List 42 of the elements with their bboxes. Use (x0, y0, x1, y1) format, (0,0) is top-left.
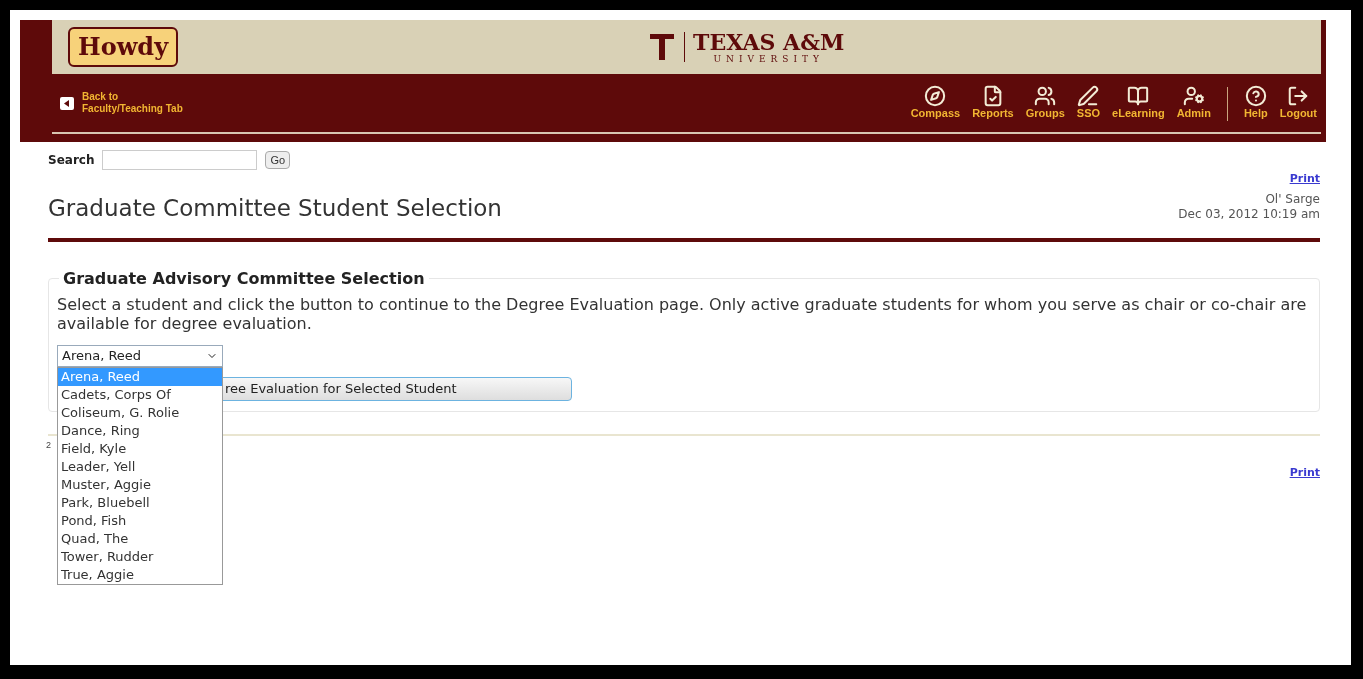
university-subtitle: UNIVERSITY (713, 54, 824, 64)
toolbar-link[interactable]: Logout (1275, 85, 1321, 121)
dropdown-option[interactable]: True, Aggie (58, 565, 222, 584)
search-field[interactable] (102, 150, 258, 170)
dropdown-option[interactable]: Pond, Fish (58, 511, 222, 530)
print-link[interactable]: Print (1289, 464, 1320, 482)
dropdown-option[interactable]: Muster, Aggie (58, 475, 222, 494)
book-icon (1127, 85, 1150, 108)
instructions-text: Select a student and click the button to continue to the Degree Evaluation page. Only active graduate students for whom you serve as chair or co-chair are available for degree evaluation. (57, 294, 1308, 333)
people-icon (1034, 85, 1057, 108)
dropdown-option[interactable]: Tower, Rudder (58, 547, 222, 566)
dropdown-option[interactable]: Quad, The (58, 529, 222, 548)
print-link[interactable]: Print (1289, 172, 1320, 186)
toolbar-link[interactable]: SSO (1072, 85, 1105, 121)
dropdown-option[interactable]: Cadets, Corps Of (58, 385, 222, 404)
dropdown-option[interactable]: Dance, Ring (58, 421, 222, 440)
dropdown-option[interactable]: Coliseum, G. Rolie (58, 403, 222, 422)
timestamp: Dec 03, 2012 10:19 am (1178, 206, 1320, 222)
go-button[interactable]: Go (265, 150, 291, 170)
student-select[interactable]: Arena, Reed (57, 344, 223, 367)
logout-icon (1287, 85, 1310, 108)
emblem-icon (648, 32, 677, 62)
dropdown-option[interactable]: Leader, Yell (58, 457, 222, 476)
page-number: 2 (46, 438, 51, 452)
back-link[interactable]: Back to Faculty/Teaching Tab (60, 90, 183, 116)
search-label: Search (48, 152, 95, 169)
dropdown-option[interactable]: Park, Bluebell (58, 493, 222, 512)
user-name: Ol' Sarge (1265, 191, 1320, 207)
toolbar-link[interactable]: Compass (906, 85, 965, 121)
toolbar-link[interactable]: Groups (1021, 85, 1069, 121)
university-name: TEXAS A&M (693, 30, 845, 54)
help-icon (1244, 85, 1267, 108)
user-gear-icon (1182, 85, 1205, 108)
toolbar-link[interactable]: Help (1239, 85, 1272, 121)
page-title: Graduate Committee Student Selection (48, 194, 502, 224)
howdy-logo: Howdy (68, 27, 179, 67)
toolbar-link[interactable]: Reports (968, 85, 1018, 121)
dropdown-option[interactable]: Field, Kyle (58, 439, 222, 458)
pen-icon (1077, 85, 1100, 108)
toolbar-link[interactable]: eLearning (1108, 85, 1169, 121)
compass-icon (924, 85, 947, 108)
toolbar-link[interactable]: Admin (1172, 85, 1215, 121)
